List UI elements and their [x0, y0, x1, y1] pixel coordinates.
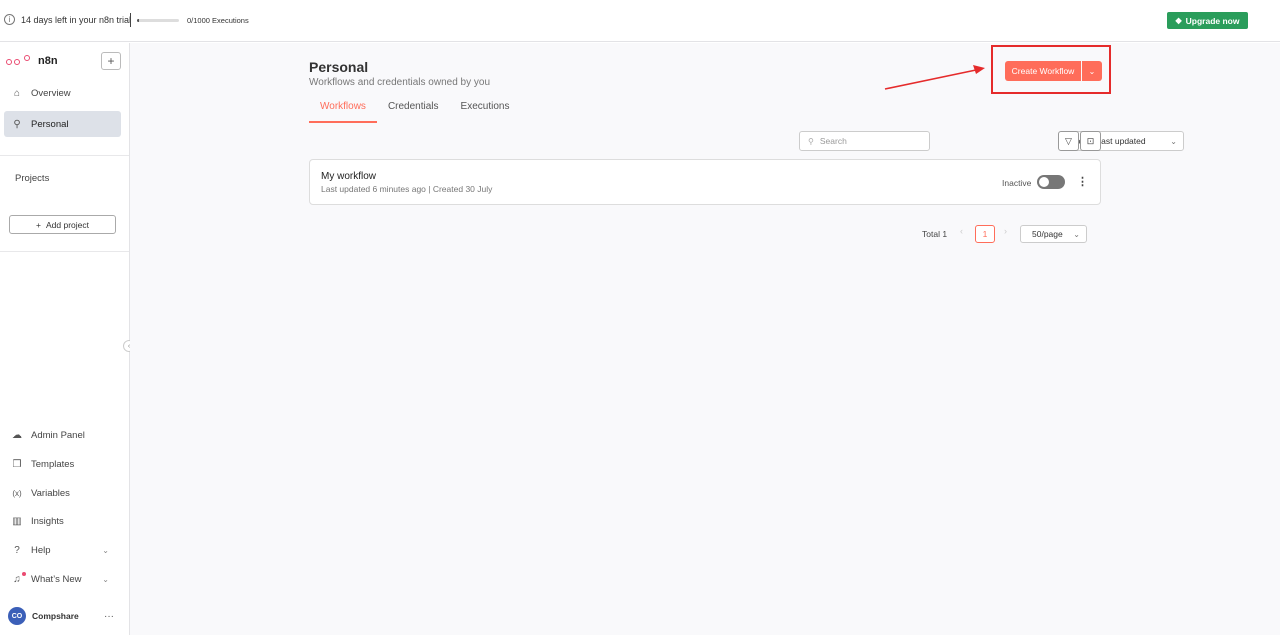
filter-button[interactable]: ▽ [1058, 131, 1079, 151]
sidebar-divider [0, 155, 129, 156]
active-toggle[interactable] [1037, 175, 1065, 189]
sidebar-item-label: Admin Panel [31, 429, 85, 441]
chevron-down-icon: ⌄ [1073, 229, 1080, 239]
n8n-logo-icon [6, 55, 32, 67]
sidebar-item-templates[interactable]: ❒ Templates [4, 453, 121, 475]
workflow-name: My workflow [321, 171, 377, 182]
upgrade-now-button[interactable]: ◆ Upgrade now [1167, 12, 1248, 29]
sidebar-item-variables[interactable]: (x) Variables [4, 482, 121, 504]
tab-bar: Workflows Credentials Executions [309, 101, 520, 123]
sidebar-item-admin-panel[interactable]: ☁ Admin Panel [4, 424, 121, 446]
sidebar-item-personal[interactable]: ⚲ Personal [4, 111, 121, 137]
chevron-down-icon: ⌄ [102, 574, 109, 584]
search-input[interactable] [819, 136, 915, 146]
avatar: CO [8, 607, 26, 625]
pagination-total: Total 1 [922, 229, 948, 239]
upgrade-label: Upgrade now [1185, 15, 1240, 26]
search-icon: ⚲ [808, 136, 814, 146]
tab-credentials[interactable]: Credentials [377, 101, 450, 123]
sidebar-item-insights[interactable]: ▥ Insights [4, 510, 121, 532]
help-icon: ? [14, 544, 20, 556]
per-page-label: 50/page [1032, 229, 1063, 239]
page-number[interactable]: 1 [975, 225, 995, 243]
filter-icon: ▽ [1065, 135, 1072, 146]
folder-icon: ⊡ [1086, 135, 1095, 146]
info-icon: i [4, 14, 15, 25]
banner-separator [130, 13, 131, 27]
page-subtitle: Workflows and credentials owned by you [309, 77, 491, 88]
add-folder-button[interactable]: ⊡ [1080, 131, 1101, 151]
logo-name: n8n [38, 55, 58, 67]
workflow-card[interactable]: My workflow Last updated 6 minutes ago |… [309, 159, 1101, 205]
chevron-down-icon: ⌄ [102, 545, 109, 555]
user-name: Compshare [32, 611, 79, 621]
sidebar: n8n + ⌂ Overview ⚲ Personal Projects + A… [0, 43, 135, 635]
chart-icon: ▥ [12, 515, 22, 527]
home-icon: ⌂ [13, 87, 21, 99]
n8n-logo[interactable]: n8n [6, 55, 58, 67]
plus-icon: + [36, 219, 41, 230]
sidebar-item-label: Variables [31, 487, 70, 499]
sidebar-item-help[interactable]: ? Help ⌄ [4, 539, 121, 561]
sidebar-item-label: What’s New [31, 573, 82, 585]
executions-progress-bar [137, 19, 179, 22]
sidebar-item-label: Personal [31, 118, 69, 130]
sidebar-item-label: Insights [31, 515, 64, 527]
notification-dot [22, 572, 26, 576]
executions-count: 0/1000 Executions [187, 16, 249, 25]
cloud-icon: ☁ [12, 429, 22, 441]
per-page-select[interactable]: 50/page ⌄ [1020, 225, 1087, 243]
add-project-label: Add project [45, 219, 89, 230]
variable-icon: (x) [12, 488, 22, 498]
chevron-down-icon: ⌄ [1088, 66, 1096, 76]
create-dropdown-button[interactable]: ⌄ [1082, 61, 1102, 81]
search-box: ⚲ [799, 131, 930, 151]
more-vertical-icon[interactable]: ⋮ [1077, 175, 1088, 188]
workflow-status: Inactive [1002, 178, 1032, 188]
sidebar-divider [0, 251, 129, 252]
projects-heading: Projects [15, 173, 50, 184]
tab-executions[interactable]: Executions [450, 101, 521, 123]
annotation-arrow [884, 65, 985, 90]
box-icon: ❒ [12, 458, 22, 470]
create-workflow-highlight: Create Workflow ⌄ [991, 45, 1111, 94]
create-workflow-button[interactable]: Create Workflow [1005, 61, 1081, 81]
plus-icon: + [107, 54, 115, 68]
more-icon[interactable]: ··· [104, 611, 114, 622]
next-page-icon[interactable]: › [1004, 226, 1007, 236]
gem-icon: ◆ [1175, 16, 1182, 25]
add-project-button[interactable]: + Add project [9, 215, 116, 234]
main-content: Personal Workflows and credentials owned… [130, 43, 1280, 635]
trial-banner: i 14 days left in your n8n trial 0/1000 … [0, 0, 1280, 42]
sidebar-item-label: Help [31, 544, 51, 556]
chevron-down-icon: ⌄ [1170, 136, 1177, 146]
tab-workflows[interactable]: Workflows [309, 101, 377, 123]
user-icon: ⚲ [13, 118, 21, 130]
sidebar-item-whats-new[interactable]: ♫ What’s New ⌄ [4, 568, 121, 590]
sidebar-item-label: Templates [31, 458, 75, 470]
sidebar-item-label: Overview [31, 87, 71, 99]
trial-text: 14 days left in your n8n trial [21, 15, 132, 25]
sidebar-item-overview[interactable]: ⌂ Overview [4, 80, 121, 106]
user-menu[interactable]: CO Compshare ··· [0, 603, 129, 629]
add-button[interactable]: + [101, 52, 121, 70]
workflow-meta: Last updated 6 minutes ago | Created 30 … [321, 184, 493, 194]
page-title: Personal [309, 59, 369, 75]
prev-page-icon[interactable]: ‹ [960, 226, 963, 236]
bell-icon: ♫ [13, 573, 21, 585]
